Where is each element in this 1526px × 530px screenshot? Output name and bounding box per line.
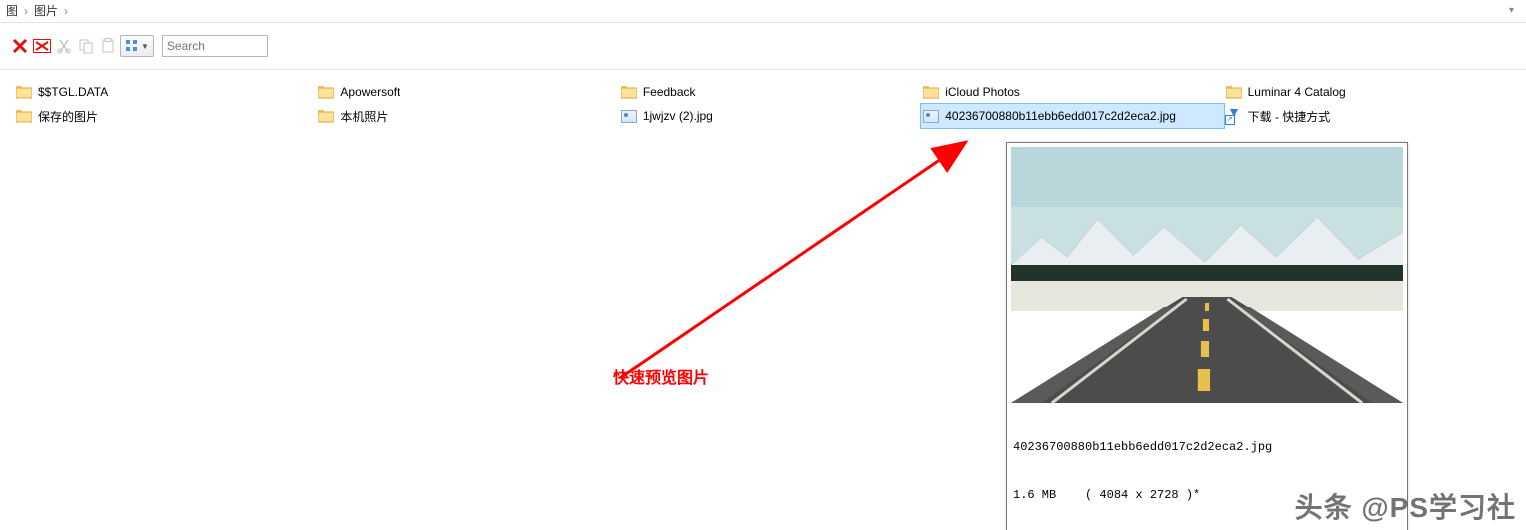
- breadcrumb-seg-1[interactable]: 图片: [34, 0, 58, 22]
- file-label: 下载 - 快捷方式: [1248, 108, 1331, 125]
- file-label: Luminar 4 Catalog: [1248, 85, 1346, 99]
- list-item[interactable]: Apowersoft: [316, 80, 618, 104]
- breadcrumb-sep: ›: [64, 0, 68, 22]
- folder-icon: [16, 84, 32, 100]
- file-label: Apowersoft: [340, 85, 400, 99]
- download-shortcut-icon: ↗: [1226, 108, 1242, 124]
- paste-button[interactable]: [98, 36, 118, 56]
- delete-all-button[interactable]: [32, 36, 52, 56]
- folder-icon: [923, 84, 939, 100]
- annotation-label: 快速预览图片: [613, 364, 709, 388]
- watermark: 头条 @PS学习社: [1295, 486, 1516, 526]
- file-label: 保存的图片: [38, 108, 98, 125]
- file-label: 本机照片: [340, 108, 388, 125]
- cut-button[interactable]: [54, 36, 74, 56]
- delete-button[interactable]: [10, 36, 30, 56]
- folder-icon: [1226, 84, 1242, 100]
- list-item[interactable]: Luminar 4 Catalog: [1224, 80, 1526, 104]
- file-label: 1jwjzv (2).jpg: [643, 109, 713, 123]
- breadcrumb-dropdown-icon[interactable]: ▾: [1509, 0, 1520, 22]
- file-label: iCloud Photos: [945, 85, 1020, 99]
- list-item[interactable]: ↗ 下载 - 快捷方式: [1224, 104, 1526, 128]
- list-item[interactable]: Feedback: [619, 80, 921, 104]
- view-mode-button[interactable]: ▼: [120, 35, 154, 57]
- chevron-down-icon: ▼: [141, 42, 149, 51]
- breadcrumb-sep: ›: [24, 0, 28, 22]
- image-file-icon: [923, 108, 939, 124]
- list-item[interactable]: 1jwjzv (2).jpg: [619, 104, 921, 128]
- list-item-selected[interactable]: 40236700880b11ebb6edd017c2d2eca2.jpg: [921, 104, 1223, 128]
- search-input[interactable]: [162, 35, 268, 57]
- file-label: 40236700880b11ebb6edd017c2d2eca2.jpg: [945, 109, 1176, 123]
- file-label: Feedback: [643, 85, 696, 99]
- list-item[interactable]: iCloud Photos: [921, 80, 1223, 104]
- folder-icon: [16, 108, 32, 124]
- preview-filename: 40236700880b11ebb6edd017c2d2eca2.jpg: [1013, 439, 1401, 455]
- folder-icon: [621, 84, 637, 100]
- image-file-icon: [621, 108, 637, 124]
- folder-icon: [318, 84, 334, 100]
- list-item[interactable]: 本机照片: [316, 104, 618, 128]
- folder-icon: [318, 108, 334, 124]
- breadcrumb-seg-0[interactable]: 图: [6, 0, 18, 22]
- file-label: $$TGL.DATA: [38, 85, 108, 99]
- toolbar: ▼: [0, 23, 1526, 70]
- image-preview-tooltip: 40236700880b11ebb6edd017c2d2eca2.jpg 1.6…: [1006, 142, 1408, 530]
- list-item[interactable]: $$TGL.DATA: [14, 80, 316, 104]
- file-list: $$TGL.DATA Apowersoft Feedback iCloud Ph…: [0, 70, 1526, 128]
- breadcrumb[interactable]: 图 › 图片 › ▾: [0, 0, 1526, 23]
- copy-button[interactable]: [76, 36, 96, 56]
- preview-thumbnail: [1011, 147, 1403, 403]
- list-item[interactable]: 保存的图片: [14, 104, 316, 128]
